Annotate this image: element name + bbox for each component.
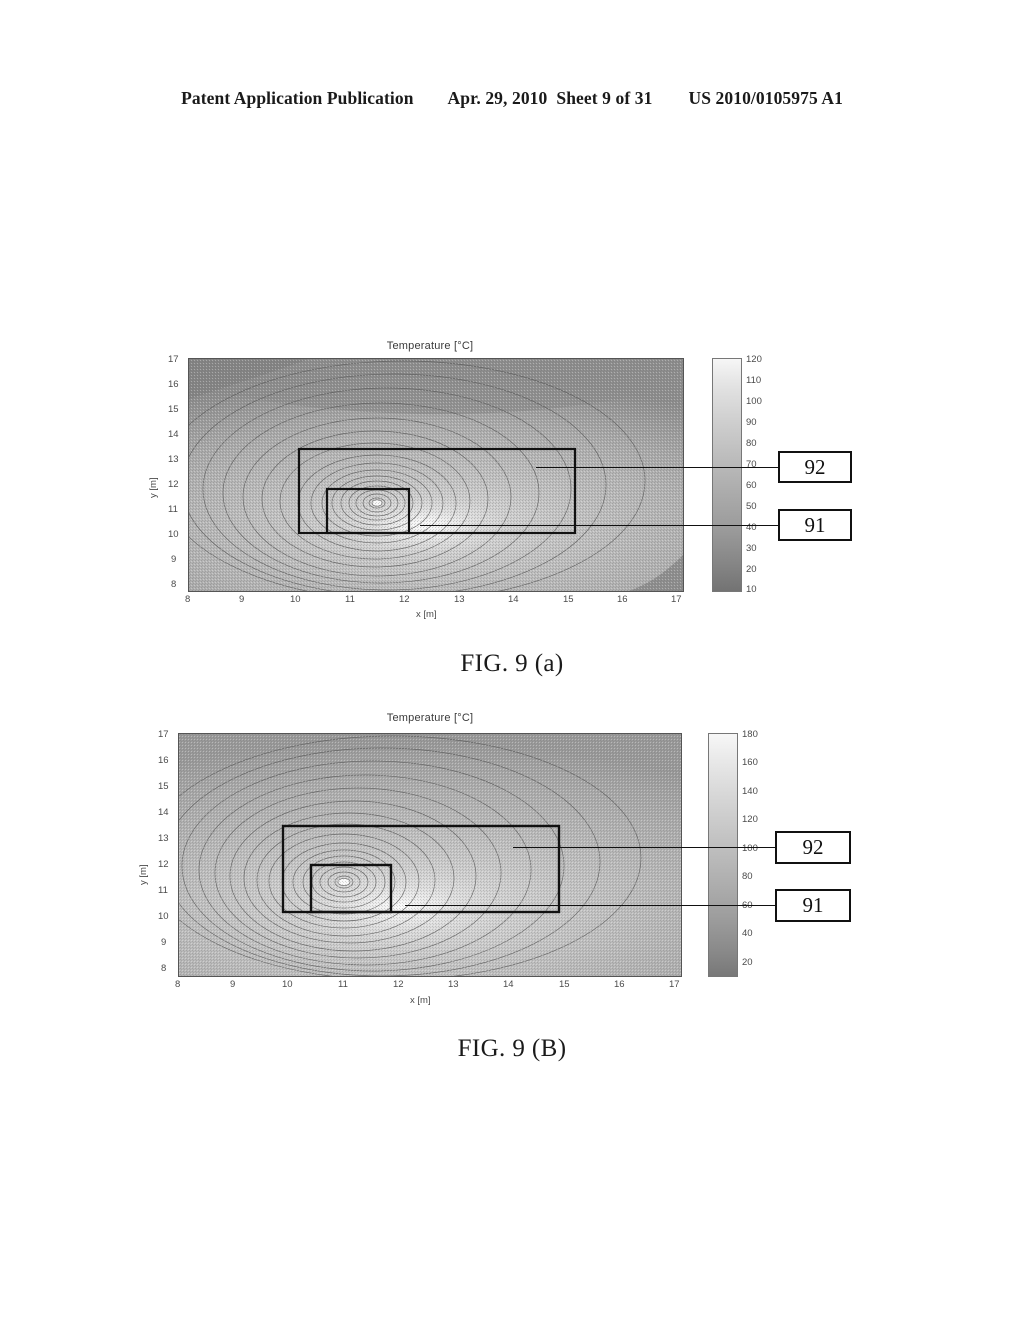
cbar-tick-110-a: 110 xyxy=(746,375,762,386)
header-date: Apr. 29, 2010 xyxy=(447,88,548,108)
x-tick-10-a: 10 xyxy=(290,594,301,605)
y-tick-8-b: 8 xyxy=(161,963,167,974)
contour-plot-b xyxy=(178,733,682,977)
y-tick-13-b: 13 xyxy=(158,833,169,844)
figure-9a-caption: FIG. 9 (a) xyxy=(460,650,564,677)
cbar-tick-120-a: 120 xyxy=(746,354,762,365)
contour-field-a xyxy=(189,359,683,591)
y-tick-14-a: 14 xyxy=(168,429,179,440)
y-tick-12-b: 12 xyxy=(158,859,169,870)
y-tick-15-b: 15 xyxy=(158,781,169,792)
cbar-tick-10-a: 10 xyxy=(746,584,757,595)
x-tick-10-b: 10 xyxy=(282,979,293,990)
figure-9b: Temperature [°C] y [m] 17 16 15 14 13 12… xyxy=(130,700,870,1015)
cbar-tick-20-a: 20 xyxy=(746,564,757,575)
leader-line-92-a xyxy=(536,467,778,468)
callout-91-b-label: 91 xyxy=(802,893,824,917)
x-axis-label-b: x [m] xyxy=(410,995,431,1006)
x-tick-9-b: 9 xyxy=(230,979,236,990)
x-tick-15-b: 15 xyxy=(559,979,570,990)
y-tick-14-b: 14 xyxy=(158,807,169,818)
callout-92-b: 92 xyxy=(775,831,851,864)
y-tick-16-a: 16 xyxy=(168,379,179,390)
x-tick-14-b: 14 xyxy=(503,979,514,990)
cbar-tick-100-b: 100 xyxy=(742,843,758,854)
cbar-tick-60-a: 60 xyxy=(746,480,757,491)
x-tick-16-a: 16 xyxy=(617,594,628,605)
cbar-tick-120-b: 120 xyxy=(742,814,758,825)
callout-91-a-label: 91 xyxy=(804,512,826,537)
x-tick-11-a: 11 xyxy=(345,594,355,605)
y-tick-15-a: 15 xyxy=(168,404,179,415)
y-tick-8-a: 8 xyxy=(171,579,177,590)
y-tick-12-a: 12 xyxy=(168,479,179,490)
y-tick-11-b: 11 xyxy=(158,885,168,896)
x-tick-15-a: 15 xyxy=(563,594,574,605)
y-tick-13-a: 13 xyxy=(168,454,179,465)
x-tick-12-b: 12 xyxy=(393,979,404,990)
y-axis-label-b: y [m] xyxy=(138,864,149,885)
callout-92-a: 92 xyxy=(778,451,852,483)
leader-line-91-b xyxy=(405,905,775,906)
y-axis-label-a: y [m] xyxy=(148,477,159,498)
cbar-tick-50-a: 50 xyxy=(746,501,757,512)
x-tick-17-a: 17 xyxy=(671,594,682,605)
colorbar-a xyxy=(712,358,742,592)
x-tick-14-a: 14 xyxy=(508,594,519,605)
colorbar-b xyxy=(708,733,738,977)
cbar-tick-20-b: 20 xyxy=(742,957,753,968)
cbar-tick-140-b: 140 xyxy=(742,786,758,797)
x-tick-13-b: 13 xyxy=(448,979,459,990)
plot-title-b: Temperature [°C] xyxy=(386,712,474,724)
cbar-tick-80-b: 80 xyxy=(742,871,753,882)
callout-91-b: 91 xyxy=(775,889,851,922)
header-publication-number: US 2010/0105975 A1 xyxy=(688,88,843,108)
cbar-tick-90-a: 90 xyxy=(746,417,757,428)
cbar-tick-70-a: 70 xyxy=(746,459,757,470)
cbar-tick-80-a: 80 xyxy=(746,438,757,449)
y-tick-11-a: 11 xyxy=(168,504,178,515)
cbar-tick-180-b: 180 xyxy=(742,729,758,740)
figure-9a: Temperature [°C] y [m] 17 16 15 14 13 12… xyxy=(140,318,870,628)
y-tick-17-b: 17 xyxy=(158,729,169,740)
y-tick-16-b: 16 xyxy=(158,755,169,766)
cbar-tick-40-a: 40 xyxy=(746,522,757,533)
y-tick-10-a: 10 xyxy=(168,529,179,540)
x-axis-label-a: x [m] xyxy=(416,609,437,620)
page-header: Patent Application Publication Apr. 29, … xyxy=(0,88,1024,109)
cbar-tick-100-a: 100 xyxy=(746,396,762,407)
callout-92-a-label: 92 xyxy=(804,454,826,479)
y-tick-9-a: 9 xyxy=(171,554,177,565)
x-tick-16-b: 16 xyxy=(614,979,625,990)
y-tick-10-b: 10 xyxy=(158,911,169,922)
x-tick-11-b: 11 xyxy=(338,979,348,990)
y-tick-9-b: 9 xyxy=(161,937,167,948)
y-tick-17-a: 17 xyxy=(168,354,179,365)
plot-title-a: Temperature [°C] xyxy=(386,340,474,352)
x-tick-8-a: 8 xyxy=(185,594,191,605)
x-tick-12-a: 12 xyxy=(399,594,410,605)
x-tick-17-b: 17 xyxy=(669,979,680,990)
cbar-tick-30-a: 30 xyxy=(746,543,757,554)
contour-field-b xyxy=(179,734,681,976)
x-tick-8-b: 8 xyxy=(175,979,181,990)
contour-plot-a xyxy=(188,358,684,592)
header-publication: Patent Application Publication xyxy=(181,88,414,108)
leader-line-92-b xyxy=(513,847,775,848)
figure-9b-caption: FIG. 9 (B) xyxy=(457,1035,567,1062)
x-tick-9-a: 9 xyxy=(239,594,245,605)
header-sheet: Sheet 9 of 31 xyxy=(556,88,653,108)
cbar-tick-40-b: 40 xyxy=(742,928,753,939)
callout-92-b-label: 92 xyxy=(802,835,824,859)
callout-91-a: 91 xyxy=(778,509,852,541)
x-tick-13-a: 13 xyxy=(454,594,465,605)
cbar-tick-160-b: 160 xyxy=(742,757,758,768)
leader-line-91-a xyxy=(420,525,778,526)
